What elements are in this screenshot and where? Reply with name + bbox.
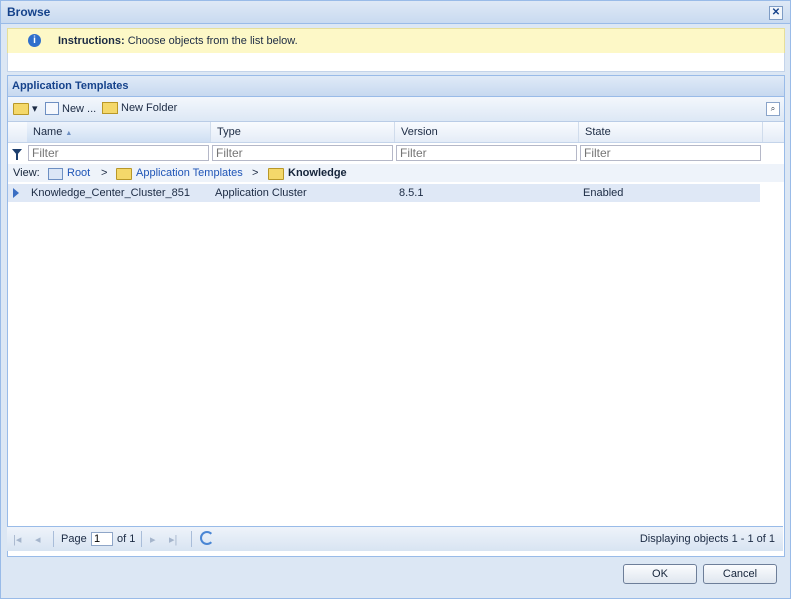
ok-button[interactable]: OK — [623, 564, 697, 584]
browse-dialog: Browse ✕ i Instructions: Choose objects … — [0, 0, 791, 599]
last-page-icon[interactable]: ▸| — [169, 533, 177, 546]
row-state: Enabled — [583, 187, 624, 199]
folder-icon — [268, 168, 284, 180]
instructions-text: Instructions: Choose objects from the li… — [58, 35, 298, 47]
breadcrumb-separator: > — [252, 167, 259, 179]
sort-asc-icon: ▲ — [65, 130, 73, 137]
column-name-label: Name — [33, 126, 63, 138]
instructions-bar: i Instructions: Choose objects from the … — [7, 28, 785, 54]
title-bar: Browse ✕ — [1, 1, 790, 24]
new-folder-icon — [102, 102, 118, 114]
new-object-icon — [45, 102, 59, 115]
view-label: View: — [13, 167, 40, 179]
page-count-label: of 1 — [117, 533, 136, 545]
column-version-label: Version — [401, 126, 438, 138]
column-header-state[interactable]: State — [579, 122, 763, 142]
cancel-button[interactable]: Cancel — [703, 564, 777, 584]
dialog-title: Browse — [7, 5, 51, 19]
row-name: Knowledge_Center_Cluster_851 — [31, 187, 190, 199]
column-state-label: State — [585, 126, 611, 138]
pager-divider — [141, 531, 142, 547]
filter-name-input[interactable] — [28, 145, 209, 161]
root-icon — [48, 168, 63, 180]
up-folder-button[interactable]: ▾ — [13, 102, 38, 115]
new-folder-button[interactable]: New Folder — [102, 102, 177, 114]
page-label: Page — [61, 533, 87, 545]
column-type-label: Type — [217, 126, 241, 138]
panel-title: Application Templates — [12, 80, 129, 92]
toolbar: ▾ New ... New Folder ⌕ — [8, 97, 784, 122]
page-number-input[interactable] — [91, 532, 113, 546]
new-button[interactable]: New ... — [45, 102, 96, 115]
instructions-label: Instructions: — [58, 35, 125, 47]
column-header-name[interactable]: Name ▲ — [27, 122, 211, 142]
find-icon[interactable]: ⌕ — [766, 102, 780, 116]
info-icon: i — [28, 34, 41, 47]
application-templates-panel: Application Templates ▾ New ... New Fold… — [7, 75, 785, 557]
column-header-version[interactable]: Version — [395, 122, 579, 142]
expand-icon[interactable] — [13, 188, 19, 198]
column-header-type[interactable]: Type — [211, 122, 395, 142]
folder-icon — [116, 168, 132, 180]
breadcrumb-current: Knowledge — [288, 167, 347, 179]
dropdown-arrow-icon: ▾ — [32, 103, 38, 115]
first-page-icon[interactable]: |◂ — [13, 533, 21, 546]
next-page-icon[interactable]: ▸ — [150, 533, 156, 546]
grid-header: Name ▲ Type Version State — [8, 122, 784, 143]
breadcrumb: View: Root > Application Templates > Kno… — [8, 164, 784, 182]
filter-state-input[interactable] — [580, 145, 761, 161]
filter-version-input[interactable] — [396, 145, 577, 161]
refresh-icon[interactable] — [200, 531, 214, 545]
prev-page-icon[interactable]: ◂ — [35, 533, 41, 546]
row-type: Application Cluster — [215, 187, 307, 199]
filter-row — [8, 143, 784, 164]
filter-icon — [12, 149, 22, 160]
breadcrumb-separator: > — [101, 167, 108, 179]
pager-status: Displaying objects 1 - 1 of 1 — [639, 533, 775, 545]
pager-divider — [191, 531, 192, 547]
new-button-label: New ... — [62, 102, 97, 115]
filter-type-input[interactable] — [212, 145, 393, 161]
panel-header: Application Templates — [8, 76, 784, 97]
breadcrumb-application-templates[interactable]: Application Templates — [136, 167, 243, 179]
pager: |◂ ◂ Page of 1 ▸ ▸| Displaying objects 1… — [7, 526, 783, 551]
blank-strip — [7, 53, 785, 72]
folder-up-icon — [13, 102, 29, 115]
table-row[interactable]: Knowledge_Center_Cluster_851 Application… — [8, 184, 760, 202]
new-folder-label: New Folder — [121, 102, 178, 114]
instructions-message: Choose objects from the list below. — [127, 35, 298, 47]
row-version: 8.5.1 — [399, 187, 424, 199]
pager-divider — [53, 531, 54, 547]
close-icon[interactable]: ✕ — [769, 6, 783, 20]
breadcrumb-root[interactable]: Root — [67, 167, 90, 179]
